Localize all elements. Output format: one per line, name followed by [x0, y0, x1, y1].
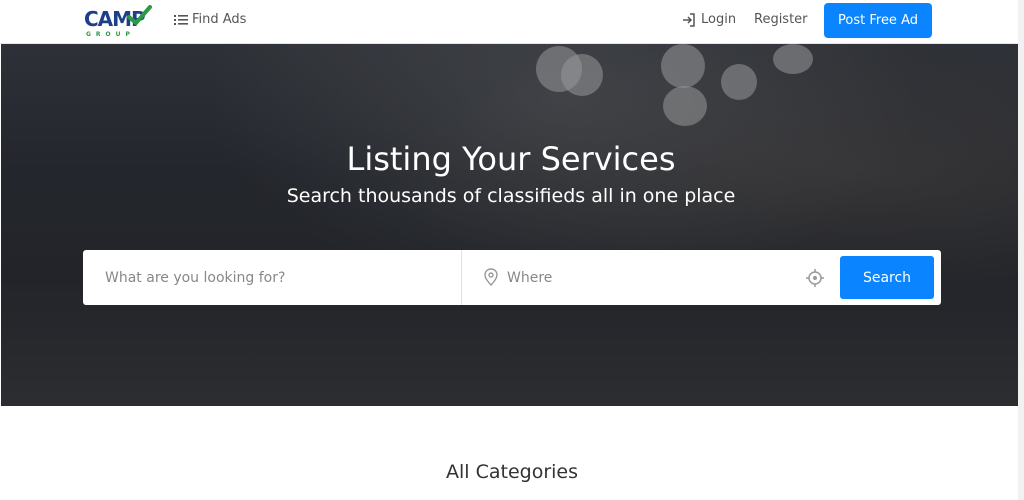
search-divider — [461, 250, 462, 305]
find-ads-label: Find Ads — [192, 12, 247, 27]
hero-overlay — [1, 44, 1021, 406]
page-scrollbar[interactable] — [1018, 0, 1024, 500]
search-button[interactable]: Search — [840, 256, 934, 299]
location-search-input[interactable] — [503, 250, 803, 305]
find-ads-link[interactable]: Find Ads — [174, 12, 246, 27]
all-categories-heading: All Categories — [445, 461, 578, 483]
location-pin-icon — [484, 268, 498, 286]
site-logo[interactable]: CAMP GROUP — [84, 5, 152, 39]
hero-subtitle: Search thousands of classifieds all in o… — [286, 185, 736, 207]
hero-banner: Listing Your Services Search thousands o… — [1, 44, 1021, 406]
login-label: Login — [701, 12, 737, 27]
logo-subtitle: GROUP — [86, 31, 135, 38]
post-free-ad-button[interactable]: Post Free Ad — [824, 3, 932, 38]
list-icon — [174, 14, 188, 25]
login-link[interactable]: Login — [682, 12, 736, 27]
locate-me-icon[interactable] — [805, 268, 825, 288]
top-navbar: CAMP GROUP Find Ads Login Register Post … — [0, 0, 1024, 44]
hero-title: Listing Your Services — [346, 140, 676, 178]
register-link[interactable]: Register — [754, 12, 808, 27]
login-icon — [683, 12, 695, 27]
logo-check-icon — [127, 5, 152, 25]
keyword-search-input[interactable] — [83, 250, 461, 305]
search-bar: Search — [83, 250, 941, 305]
